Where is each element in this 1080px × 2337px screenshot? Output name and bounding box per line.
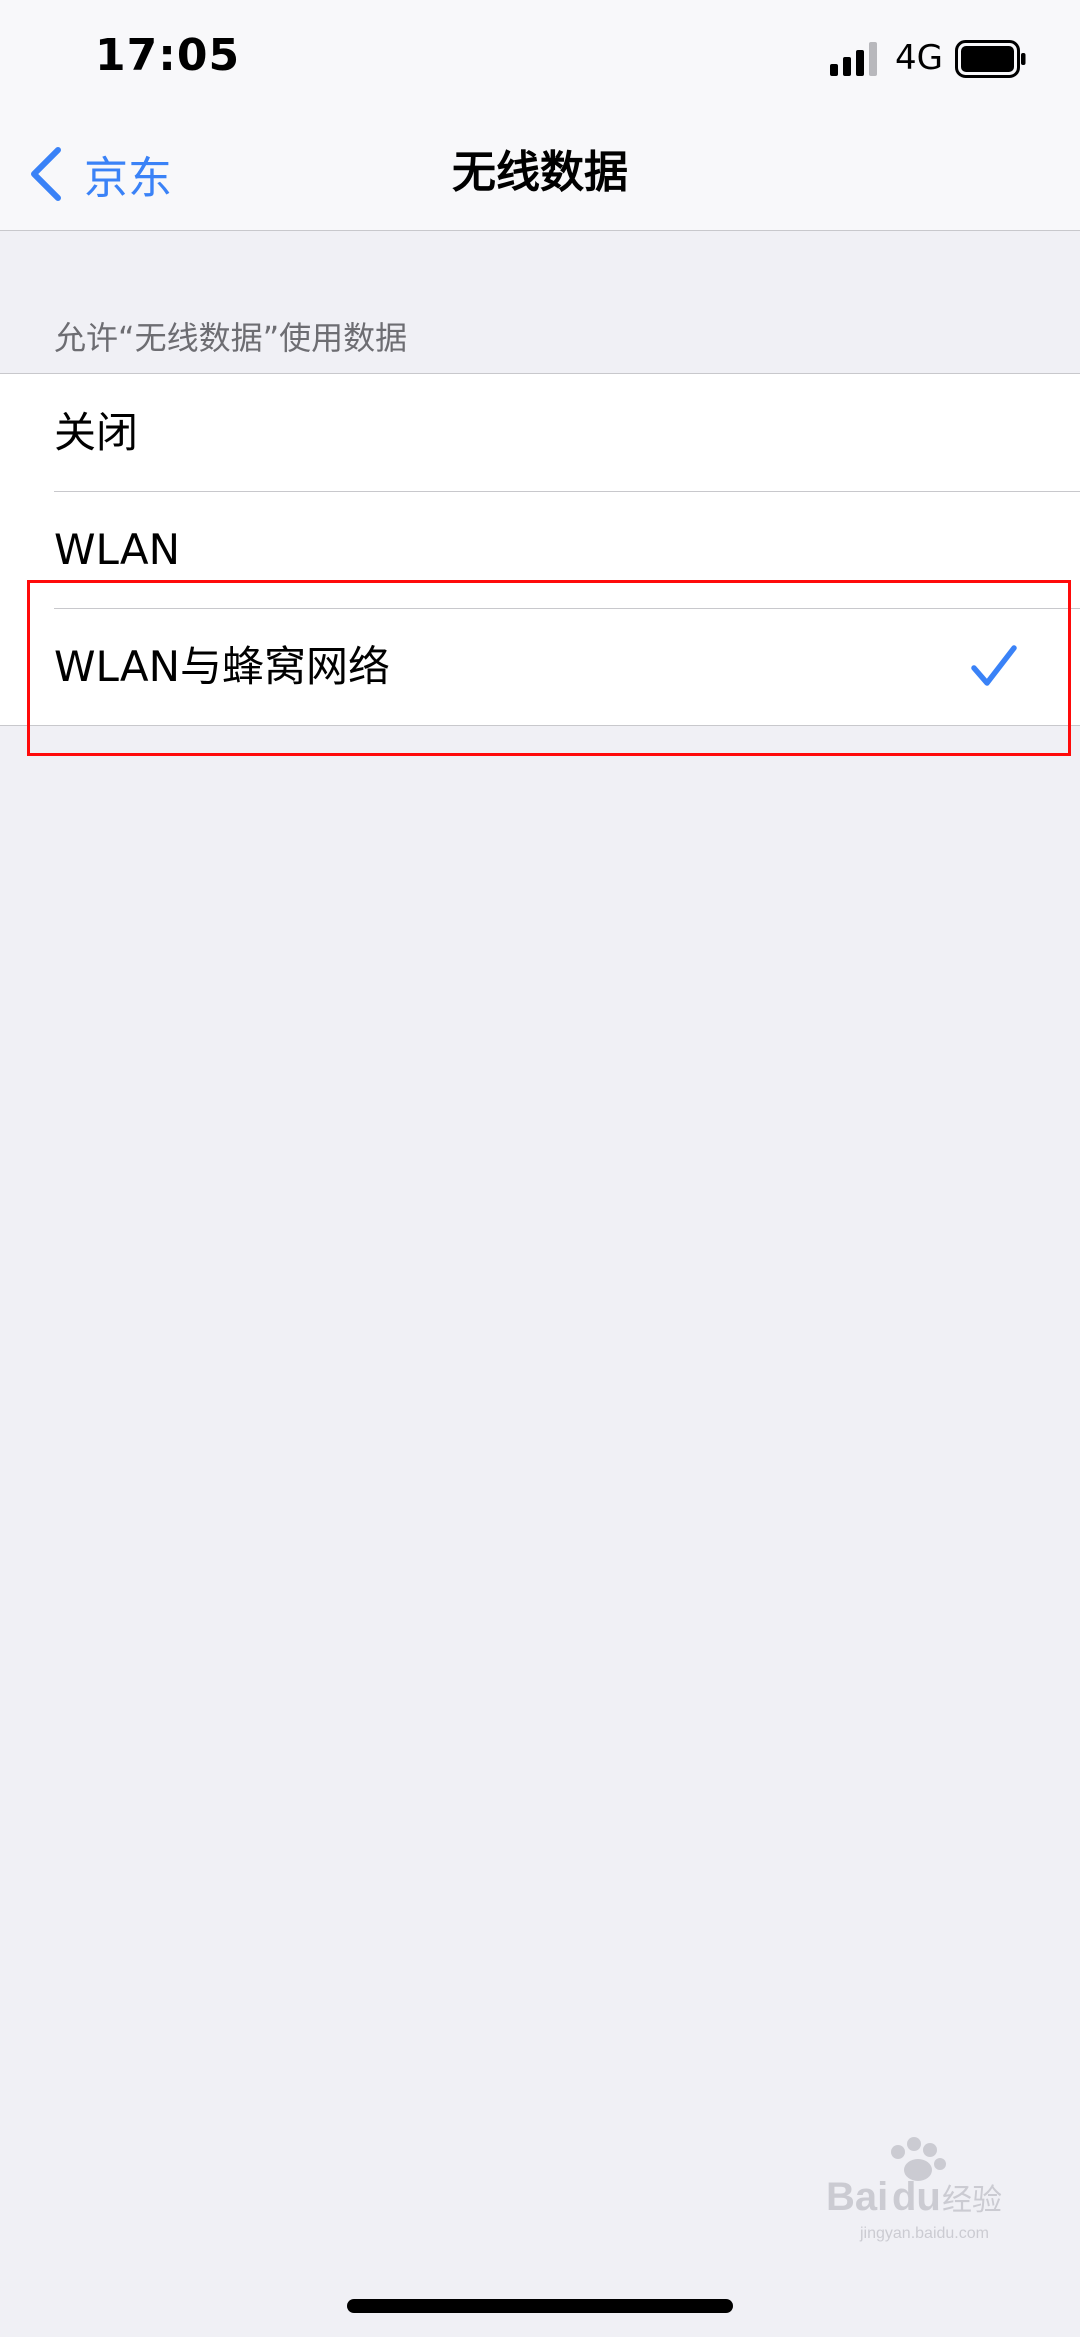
home-indicator[interactable]: [347, 2299, 733, 2313]
back-button[interactable]: 京东: [28, 139, 172, 209]
back-button-label: 京东: [84, 153, 172, 204]
baidu-watermark-logo: Bai du 经验 jingyan.baidu.com: [826, 2137, 1002, 2242]
svg-text:du: du: [892, 2175, 941, 2219]
section-header: 允许“无线数据”使用数据: [54, 319, 408, 357]
option-off[interactable]: 关闭: [0, 374, 1080, 491]
svg-text:经验: 经验: [942, 2183, 1002, 2218]
highlight-box: [27, 580, 1071, 756]
status-bar: 17:05 4G: [0, 0, 1080, 115]
option-label: 关闭: [54, 408, 139, 457]
svg-text:Bai: Bai: [826, 2175, 888, 2219]
chevron-left-icon: [31, 147, 61, 201]
network-type-label: 4G: [895, 38, 943, 78]
navigation-bar: 无线数据 京东: [0, 115, 1080, 231]
battery-icon: [955, 40, 1026, 78]
status-time: 17:05: [95, 30, 241, 81]
svg-text:jingyan.baidu.com: jingyan.baidu.com: [859, 2225, 989, 2242]
signal-icon: [830, 42, 877, 76]
